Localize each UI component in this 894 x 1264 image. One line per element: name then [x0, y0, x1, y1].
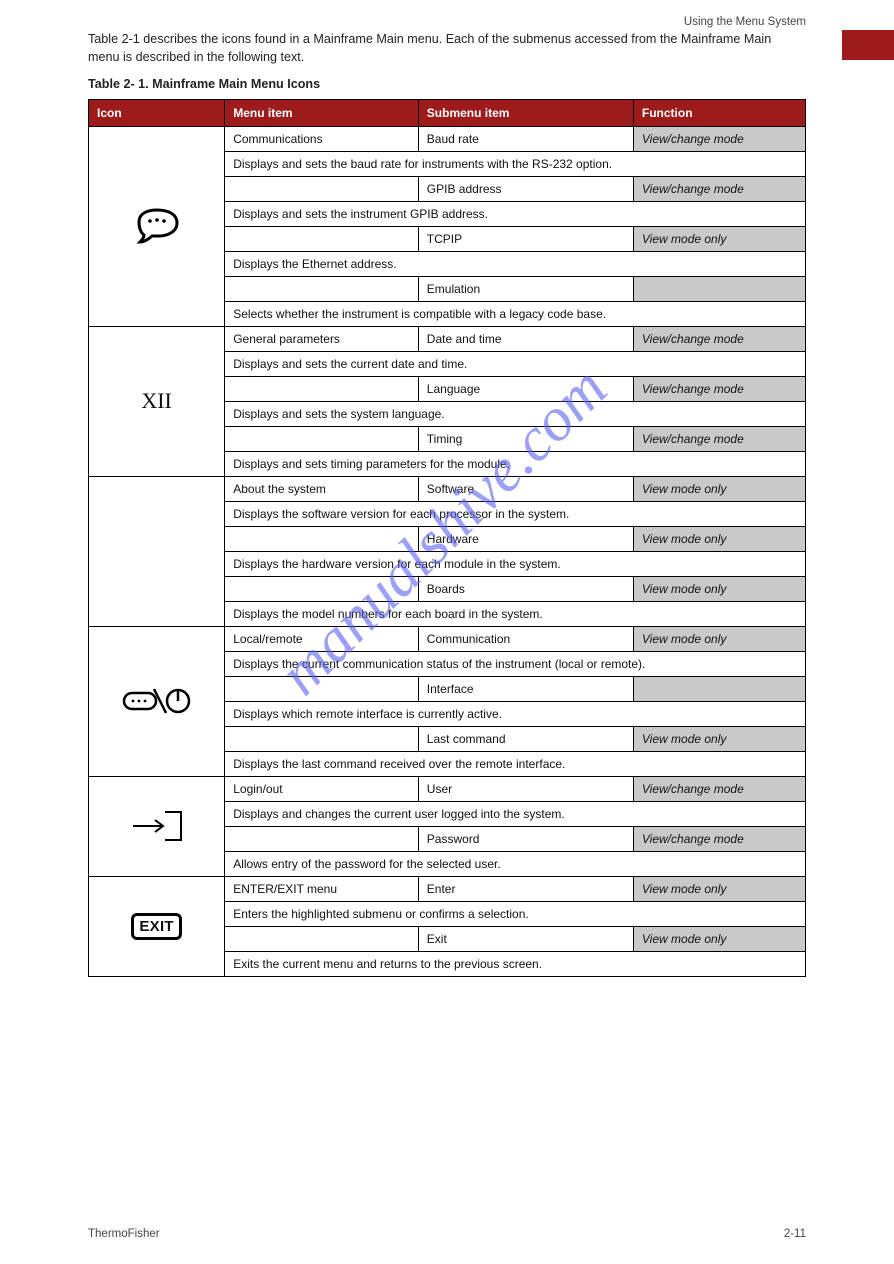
mode-cell: View/change mode	[633, 376, 805, 401]
menu-item-cell	[225, 426, 419, 451]
function-cell: Displays the current communication statu…	[225, 651, 806, 676]
mode-cell: View mode only	[633, 876, 805, 901]
function-cell: Exits the current menu and returns to th…	[225, 951, 806, 976]
function-cell: Displays and sets the current date and t…	[225, 351, 806, 376]
submenu-cell: TCPIP	[418, 226, 633, 251]
menu-item-cell	[225, 176, 419, 201]
submenu-cell: Emulation	[418, 276, 633, 301]
function-cell: Displays and sets timing parameters for …	[225, 451, 806, 476]
function-cell: Displays and sets the system language.	[225, 401, 806, 426]
mode-cell: View mode only	[633, 526, 805, 551]
mode-cell: View mode only	[633, 926, 805, 951]
col-menu: Menu item	[225, 99, 419, 126]
icon-cell	[89, 626, 225, 776]
submenu-cell: GPIB address	[418, 176, 633, 201]
table-caption: Table 2- 1. Mainframe Main Menu Icons	[88, 75, 806, 93]
col-icon: Icon	[89, 99, 225, 126]
table-row: EXITENTER/EXIT menuEnterView mode only	[89, 876, 806, 901]
roman-twelve-icon: XII	[141, 388, 172, 413]
mode-cell	[633, 676, 805, 701]
exit-icon: EXIT	[131, 913, 182, 940]
menu-item-cell: Local/remote	[225, 626, 419, 651]
function-cell: Allows entry of the password for the sel…	[225, 851, 806, 876]
mode-cell: View mode only	[633, 226, 805, 251]
submenu-cell: Baud rate	[418, 126, 633, 151]
col-submenu: Submenu item	[418, 99, 633, 126]
mode-cell: View/change mode	[633, 826, 805, 851]
submenu-cell: Boards	[418, 576, 633, 601]
table-row: Login/outUserView/change mode	[89, 776, 806, 801]
footer-left: ThermoFisher	[88, 1228, 160, 1240]
menu-item-cell	[225, 376, 419, 401]
menu-item-cell: General parameters	[225, 326, 419, 351]
menu-item-cell	[225, 526, 419, 551]
icon-cell: XII	[89, 326, 225, 476]
icon-cell	[89, 476, 225, 626]
menu-item-cell: ENTER/EXIT menu	[225, 876, 419, 901]
menu-item-cell: About the system	[225, 476, 419, 501]
menu-item-cell	[225, 926, 419, 951]
submenu-cell: Hardware	[418, 526, 633, 551]
function-cell: Displays the software version for each p…	[225, 501, 806, 526]
menu-item-cell	[225, 276, 419, 301]
function-cell: Displays which remote interface is curre…	[225, 701, 806, 726]
mode-cell: View/change mode	[633, 776, 805, 801]
menu-item-cell: Communications	[225, 126, 419, 151]
menu-item-cell	[225, 676, 419, 701]
submenu-cell: Timing	[418, 426, 633, 451]
table-row: About the systemSoftwareView mode only	[89, 476, 806, 501]
function-cell: Enters the highlighted submenu or confir…	[225, 901, 806, 926]
function-cell: Displays the last command received over …	[225, 751, 806, 776]
menu-item-cell: Login/out	[225, 776, 419, 801]
mode-cell: View/change mode	[633, 326, 805, 351]
header-running-title: Using the Menu System	[684, 16, 806, 28]
mode-cell: View/change mode	[633, 426, 805, 451]
function-cell: Displays and sets the baud rate for inst…	[225, 151, 806, 176]
page: Using the Menu System manualshive.com Ta…	[0, 0, 894, 1264]
submenu-cell: Exit	[418, 926, 633, 951]
mode-cell: View mode only	[633, 626, 805, 651]
function-cell: Displays and changes the current user lo…	[225, 801, 806, 826]
table-row: CommunicationsBaud rateView/change mode	[89, 126, 806, 151]
menu-item-cell	[225, 726, 419, 751]
table-header-row: Icon Menu item Submenu item Function	[89, 99, 806, 126]
footer-right: 2-11	[784, 1228, 806, 1240]
col-function: Function	[633, 99, 805, 126]
submenu-cell: Communication	[418, 626, 633, 651]
mode-cell: View mode only	[633, 726, 805, 751]
submenu-cell: Enter	[418, 876, 633, 901]
function-cell: Selects whether the instrument is compat…	[225, 301, 806, 326]
function-cell: Displays and sets the instrument GPIB ad…	[225, 201, 806, 226]
intro-paragraph: Table 2-1 describes the icons found in a…	[88, 30, 806, 67]
mode-cell	[633, 276, 805, 301]
mode-cell: View/change mode	[633, 126, 805, 151]
menu-item-cell	[225, 576, 419, 601]
submenu-cell: Last command	[418, 726, 633, 751]
enter-arrow-icon	[129, 808, 185, 844]
icon-cell	[89, 776, 225, 876]
mode-cell: View mode only	[633, 476, 805, 501]
menu-item-cell	[225, 826, 419, 851]
table-row: Local/remoteCommunicationView mode only	[89, 626, 806, 651]
function-cell: Displays the Ethernet address.	[225, 251, 806, 276]
mode-cell: View/change mode	[633, 176, 805, 201]
submenu-cell: Date and time	[418, 326, 633, 351]
function-cell: Displays the model numbers for each boar…	[225, 601, 806, 626]
icon-cell	[89, 126, 225, 326]
icon-cell: EXIT	[89, 876, 225, 976]
mode-cell: View mode only	[633, 576, 805, 601]
keyboard-mouse-icon	[122, 685, 192, 717]
side-tab	[842, 30, 894, 60]
submenu-cell: Language	[418, 376, 633, 401]
menu-icons-table: Icon Menu item Submenu item Function Com…	[88, 99, 806, 977]
submenu-cell: Interface	[418, 676, 633, 701]
function-cell: Displays the hardware version for each m…	[225, 551, 806, 576]
submenu-cell: User	[418, 776, 633, 801]
speech-bubble-icon	[130, 206, 184, 246]
table-row: XIIGeneral parametersDate and timeView/c…	[89, 326, 806, 351]
submenu-cell: Password	[418, 826, 633, 851]
menu-item-cell	[225, 226, 419, 251]
submenu-cell: Software	[418, 476, 633, 501]
